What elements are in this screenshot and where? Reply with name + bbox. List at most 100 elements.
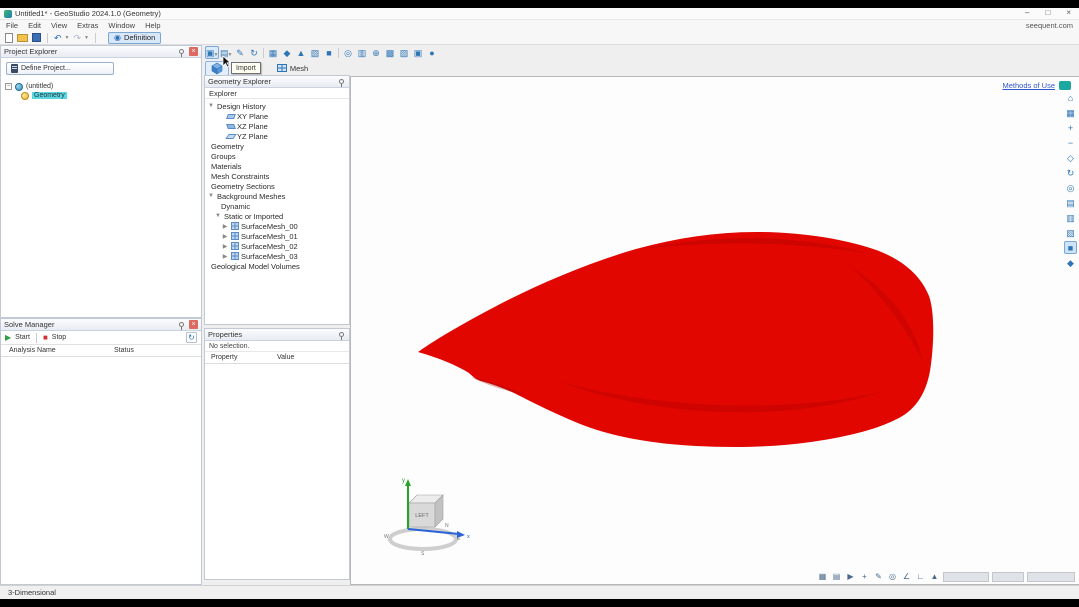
pin-icon[interactable] <box>179 49 184 54</box>
close-button[interactable]: × <box>1066 8 1071 17</box>
tree-item-geometry[interactable]: Geometry <box>205 141 349 151</box>
redo-icon[interactable]: ↷ <box>74 33 82 43</box>
refresh-icon[interactable]: ↻ <box>186 332 197 343</box>
orbit-icon[interactable]: ↻ <box>1064 166 1077 179</box>
shell-icon[interactable]: ▥ <box>355 46 369 59</box>
surface-mesh-icon[interactable]: ▧ <box>308 46 322 59</box>
tree-item-xy-plane[interactable]: XY Plane <box>205 111 349 121</box>
explorer-section-label[interactable]: Explorer <box>205 88 349 99</box>
minimize-button[interactable]: – <box>1025 8 1029 17</box>
open-folder-icon[interactable] <box>17 34 28 42</box>
snap-toggle-icon[interactable]: ▤ <box>831 571 842 582</box>
sphere-icon[interactable]: ◎ <box>341 46 355 59</box>
undo-dropdown-icon[interactable]: ▼ <box>65 35 70 41</box>
home-view-icon[interactable]: ⌂ <box>1064 91 1077 104</box>
expander-icon[interactable]: ▼ <box>207 103 215 109</box>
tree-item-materials[interactable]: Materials <box>205 161 349 171</box>
menu-extras[interactable]: Extras <box>77 21 98 30</box>
delete-mesh-icon[interactable]: ▣ <box>411 46 425 59</box>
tree-item-untitled[interactable]: − (untitled) <box>5 82 67 91</box>
expander-icon[interactable]: ▼ <box>214 213 222 219</box>
grid-toggle-icon[interactable]: ▦ <box>817 571 828 582</box>
menu-file[interactable]: File <box>6 21 18 30</box>
expander-icon[interactable]: ▼ <box>207 193 215 199</box>
viewport-3d[interactable]: Methods of Use W S E N LEFT y <box>350 76 1079 585</box>
new-document-icon[interactable] <box>5 33 13 43</box>
redo-dropdown-icon[interactable]: ▼ <box>84 35 89 41</box>
angle-tool-icon[interactable]: ∠ <box>901 571 912 582</box>
extrude-icon[interactable]: ▲ <box>294 46 308 59</box>
tree-item-surfacemesh-00[interactable]: ▶SurfaceMesh_00 <box>205 221 349 231</box>
top-view-icon[interactable]: ▥ <box>1064 211 1077 224</box>
pointer-tool-icon[interactable]: ▲ <box>929 571 940 582</box>
expander-icon[interactable]: ▶ <box>221 253 229 260</box>
column-analysis-name[interactable]: Analysis Name <box>9 347 56 354</box>
zoom-extents-icon[interactable]: ▦ <box>1064 106 1077 119</box>
column-property[interactable]: Property <box>211 354 237 361</box>
draw-tool-icon[interactable]: ✎ <box>873 571 884 582</box>
shaded-view-icon[interactable]: ■ <box>1064 241 1077 254</box>
copy-volume-icon[interactable]: ▨ <box>397 46 411 59</box>
zoom-out-icon[interactable]: − <box>1064 136 1077 149</box>
save-icon[interactable] <box>32 33 41 42</box>
tree-item-geometry-sections[interactable]: Geometry Sections <box>205 181 349 191</box>
tree-item-surfacemesh-03[interactable]: ▶SurfaceMesh_03 <box>205 251 349 261</box>
solid-icon[interactable]: ■ <box>322 46 336 59</box>
tree-item-geological-model-volumes[interactable]: Geological Model Volumes <box>205 261 349 271</box>
expander-icon[interactable]: ▶ <box>221 223 229 230</box>
menu-window[interactable]: Window <box>108 21 135 30</box>
sketch-icon[interactable]: ✎ <box>233 46 247 59</box>
collapse-icon[interactable]: − <box>5 83 12 90</box>
expander-icon[interactable]: ▶ <box>221 243 229 250</box>
definition-button[interactable]: ◉ Definition <box>108 32 161 44</box>
play-view-icon[interactable]: ▶ <box>845 571 856 582</box>
tree-item-yz-plane[interactable]: YZ Plane <box>205 131 349 141</box>
tree-item-mesh-constraints[interactable]: Mesh Constraints <box>205 171 349 181</box>
look-at-icon[interactable]: ◎ <box>1064 181 1077 194</box>
perspective-view-icon[interactable]: ◆ <box>1064 256 1077 269</box>
zoom-in-icon[interactable]: + <box>1064 121 1077 134</box>
wireframe-view-icon[interactable]: ▧ <box>1064 226 1077 239</box>
rotate-icon[interactable]: ↻ <box>247 46 261 59</box>
close-panel-icon[interactable]: × <box>189 47 198 56</box>
stop-button[interactable]: Stop <box>52 334 66 341</box>
site-link[interactable]: seequent.com <box>1026 21 1073 30</box>
draw-icon[interactable]: ▦ <box>266 46 280 59</box>
tree-item-geometry[interactable]: Geometry <box>5 91 67 100</box>
scene-canvas[interactable]: W S E N LEFT y x <box>351 77 1079 586</box>
tree-item-groups[interactable]: Groups <box>205 151 349 161</box>
close-panel-icon[interactable]: × <box>189 320 198 329</box>
mesh-settings-icon[interactable]: ● <box>425 46 439 59</box>
z-coordinate-readout[interactable] <box>1027 572 1075 582</box>
import-mesh-icon[interactable]: ▣▼ <box>205 46 219 59</box>
start-icon[interactable]: ▶ <box>5 333 11 342</box>
x-coordinate-readout[interactable] <box>943 572 989 582</box>
zoom-window-icon[interactable]: ◇ <box>1064 151 1077 164</box>
menu-help[interactable]: Help <box>145 21 160 30</box>
undo-icon[interactable]: ↶ <box>54 33 62 43</box>
maximize-button[interactable]: □ <box>1045 8 1050 17</box>
column-value[interactable]: Value <box>277 354 294 361</box>
surface-mesh-model[interactable] <box>418 232 933 447</box>
mesh-tab[interactable]: Mesh <box>273 61 312 75</box>
tree-item-dynamic[interactable]: Dynamic <box>205 201 349 211</box>
orientation-widget[interactable]: W S E N LEFT y x <box>384 478 470 557</box>
menu-view[interactable]: View <box>51 21 67 30</box>
intersect-icon[interactable]: ▩ <box>383 46 397 59</box>
tree-item-xz-plane[interactable]: XZ Plane <box>205 121 349 131</box>
tree-item-surfacemesh-02[interactable]: ▶SurfaceMesh_02 <box>205 241 349 251</box>
define-project-button[interactable]: Define Project... <box>6 62 114 75</box>
pin-icon[interactable] <box>339 332 344 337</box>
column-status[interactable]: Status <box>114 347 134 354</box>
y-coordinate-readout[interactable] <box>992 572 1024 582</box>
tree-item-background-meshes[interactable]: ▼Background Meshes <box>205 191 349 201</box>
orbit-tool-icon[interactable]: ◎ <box>887 571 898 582</box>
start-button[interactable]: Start <box>15 334 30 341</box>
point-icon[interactable]: ◆ <box>280 46 294 59</box>
front-view-icon[interactable]: ▤ <box>1064 196 1077 209</box>
ortho-toggle-icon[interactable]: ∟ <box>915 571 926 582</box>
menu-edit[interactable]: Edit <box>28 21 41 30</box>
zoom-tool-icon[interactable]: + <box>859 571 870 582</box>
tree-item-static-or-imported[interactable]: ▼Static or Imported <box>205 211 349 221</box>
pin-icon[interactable] <box>339 79 344 84</box>
